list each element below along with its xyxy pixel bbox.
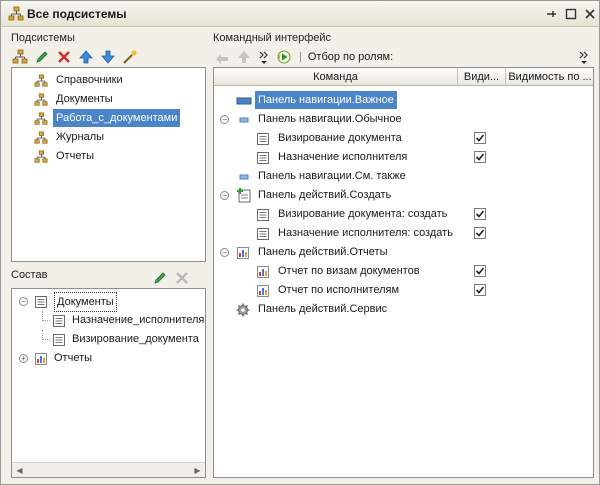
run-icon[interactable] bbox=[275, 48, 293, 66]
command-row[interactable]: − Панель навигации.Обычное bbox=[214, 110, 593, 128]
subsystem-item[interactable]: Документы bbox=[12, 90, 205, 108]
tree-connector bbox=[42, 330, 50, 340]
delete-button[interactable] bbox=[55, 48, 73, 66]
edit-composition-button[interactable] bbox=[151, 269, 169, 287]
collapse-icon[interactable]: − bbox=[19, 297, 28, 306]
command-row[interactable]: Панель действий.Сервис bbox=[214, 300, 593, 318]
filter-more-chevron-icon[interactable] bbox=[577, 48, 591, 66]
gear-icon bbox=[236, 303, 250, 323]
composition-item[interactable]: Визирование_документа bbox=[12, 330, 205, 348]
back-icon[interactable] bbox=[213, 48, 231, 66]
command-row-label: Панель действий.Создать bbox=[258, 189, 392, 201]
command-interface-label: Командный интерфейс bbox=[213, 32, 332, 44]
report-icon bbox=[34, 352, 48, 372]
composition-item[interactable]: − Документы bbox=[12, 292, 205, 312]
composition-toolbar bbox=[151, 269, 191, 287]
command-interface-grid: Команда Види... Видимость по ... Панель … bbox=[213, 67, 594, 478]
visible-checkbox[interactable] bbox=[474, 265, 486, 277]
edit-button[interactable] bbox=[33, 48, 51, 66]
subsystem-icon bbox=[34, 150, 48, 170]
command-interface-toolbar: | Отбор по ролям: bbox=[213, 48, 393, 66]
tree-connector bbox=[42, 311, 50, 321]
wand-icon[interactable] bbox=[121, 48, 139, 66]
composition-label: Состав bbox=[11, 269, 48, 281]
composition-item-label: Назначение_исполнителя bbox=[72, 314, 205, 326]
grid-header: Команда Види... Видимость по ... bbox=[214, 68, 593, 86]
command-row-label: Панель навигации.См. также bbox=[258, 170, 406, 182]
subsystems-icon bbox=[8, 6, 24, 25]
visible-checkbox[interactable] bbox=[474, 151, 486, 163]
visible-checkbox[interactable] bbox=[474, 284, 486, 296]
composition-item-label: Документы bbox=[54, 292, 117, 312]
subsystems-tree: Справочники Документы Работа_с_документами… bbox=[11, 67, 206, 262]
expand-icon[interactable]: + bbox=[19, 354, 28, 363]
subsystem-item-label: Справочники bbox=[56, 74, 123, 86]
command-row[interactable]: Визирование документа: создать bbox=[214, 205, 593, 223]
command-row[interactable]: Назначение исполнителя bbox=[214, 148, 593, 166]
scroll-right-arrow-icon[interactable]: ▶ bbox=[191, 464, 204, 477]
composition-tree: − Документы Назначение_исполнителя Визирова… bbox=[11, 288, 206, 478]
column-visibility-by[interactable]: Видимость по ... bbox=[506, 68, 594, 86]
up-icon[interactable] bbox=[235, 48, 253, 66]
more-chevron-icon[interactable] bbox=[257, 48, 271, 66]
composition-item[interactable]: + Отчеты bbox=[12, 349, 205, 367]
subsystem-item-label: Работа_с_документами bbox=[53, 109, 181, 127]
collapse-icon[interactable]: − bbox=[220, 115, 229, 124]
visible-checkbox[interactable] bbox=[474, 208, 486, 220]
subsystems-toolbar bbox=[11, 48, 139, 66]
command-row[interactable]: Панель навигации.См. также bbox=[214, 167, 593, 185]
subsystem-item-label: Отчеты bbox=[56, 150, 95, 162]
command-row[interactable]: Отчет по визам документов bbox=[214, 262, 593, 280]
subsystem-item[interactable]: Отчеты bbox=[12, 147, 205, 165]
command-row[interactable]: − Панель действий.Отчеты bbox=[214, 243, 593, 261]
move-down-button[interactable] bbox=[99, 48, 117, 66]
collapse-icon[interactable]: − bbox=[220, 248, 229, 257]
title-bar: Все подсистемы bbox=[1, 1, 599, 27]
visible-checkbox[interactable] bbox=[474, 227, 486, 239]
command-row[interactable]: Панель навигации.Важное bbox=[214, 91, 593, 109]
command-row-label: Панель действий.Сервис bbox=[258, 303, 388, 315]
command-row-label: Визирование документа: создать bbox=[278, 208, 448, 220]
scroll-left-arrow-icon[interactable]: ◀ bbox=[13, 464, 26, 477]
command-row-label: Назначение исполнителя bbox=[278, 151, 408, 163]
command-row[interactable]: Визирование документа bbox=[214, 129, 593, 147]
close-button[interactable] bbox=[581, 5, 599, 23]
subsystem-item[interactable]: Справочники bbox=[12, 71, 205, 89]
command-row-label: Панель навигации.Обычное bbox=[258, 113, 402, 125]
command-row-label: Панель навигации.Важное bbox=[255, 91, 397, 109]
command-row-label: Отчет по исполнителям bbox=[278, 284, 400, 296]
column-command[interactable]: Команда bbox=[214, 68, 458, 86]
subsystem-item-label: Журналы bbox=[56, 131, 105, 143]
maximize-button[interactable] bbox=[562, 5, 580, 23]
command-row[interactable]: Назначение исполнителя: создать bbox=[214, 224, 593, 242]
add-subsystem-button[interactable] bbox=[11, 48, 29, 66]
composition-item[interactable]: Назначение_исполнителя bbox=[12, 311, 205, 329]
composition-item-label: Отчеты bbox=[54, 352, 93, 364]
command-row-label: Назначение исполнителя: создать bbox=[278, 227, 453, 239]
subsystems-label: Подсистемы bbox=[11, 32, 75, 44]
visible-checkbox[interactable] bbox=[474, 132, 486, 144]
composition-item-label: Визирование_документа bbox=[72, 333, 199, 345]
all-subsystems-window: Все подсистемы Подсистемы Справочники До… bbox=[0, 0, 600, 485]
filter-by-roles-label: Отбор по ролям: bbox=[307, 51, 394, 63]
command-row-label: Визирование документа bbox=[278, 132, 402, 144]
collapse-icon[interactable]: − bbox=[220, 191, 229, 200]
move-up-button[interactable] bbox=[77, 48, 95, 66]
command-row[interactable]: Отчет по исполнителям bbox=[214, 281, 593, 299]
command-row-label: Панель действий.Отчеты bbox=[258, 246, 388, 258]
subsystem-item-label: Документы bbox=[56, 93, 113, 105]
subsystem-item[interactable]: Работа_с_документами bbox=[12, 109, 205, 127]
column-visible[interactable]: Види... bbox=[458, 68, 506, 86]
pin-button[interactable] bbox=[542, 5, 560, 23]
window-title: Все подсистемы bbox=[27, 7, 127, 21]
command-row[interactable]: − Панель действий.Создать bbox=[214, 186, 593, 204]
composition-horizontal-scrollbar[interactable]: ◀ ▶ bbox=[12, 462, 205, 477]
remove-composition-button[interactable] bbox=[173, 269, 191, 287]
command-row-label: Отчет по визам документов bbox=[278, 265, 420, 277]
subsystem-item[interactable]: Журналы bbox=[12, 128, 205, 146]
